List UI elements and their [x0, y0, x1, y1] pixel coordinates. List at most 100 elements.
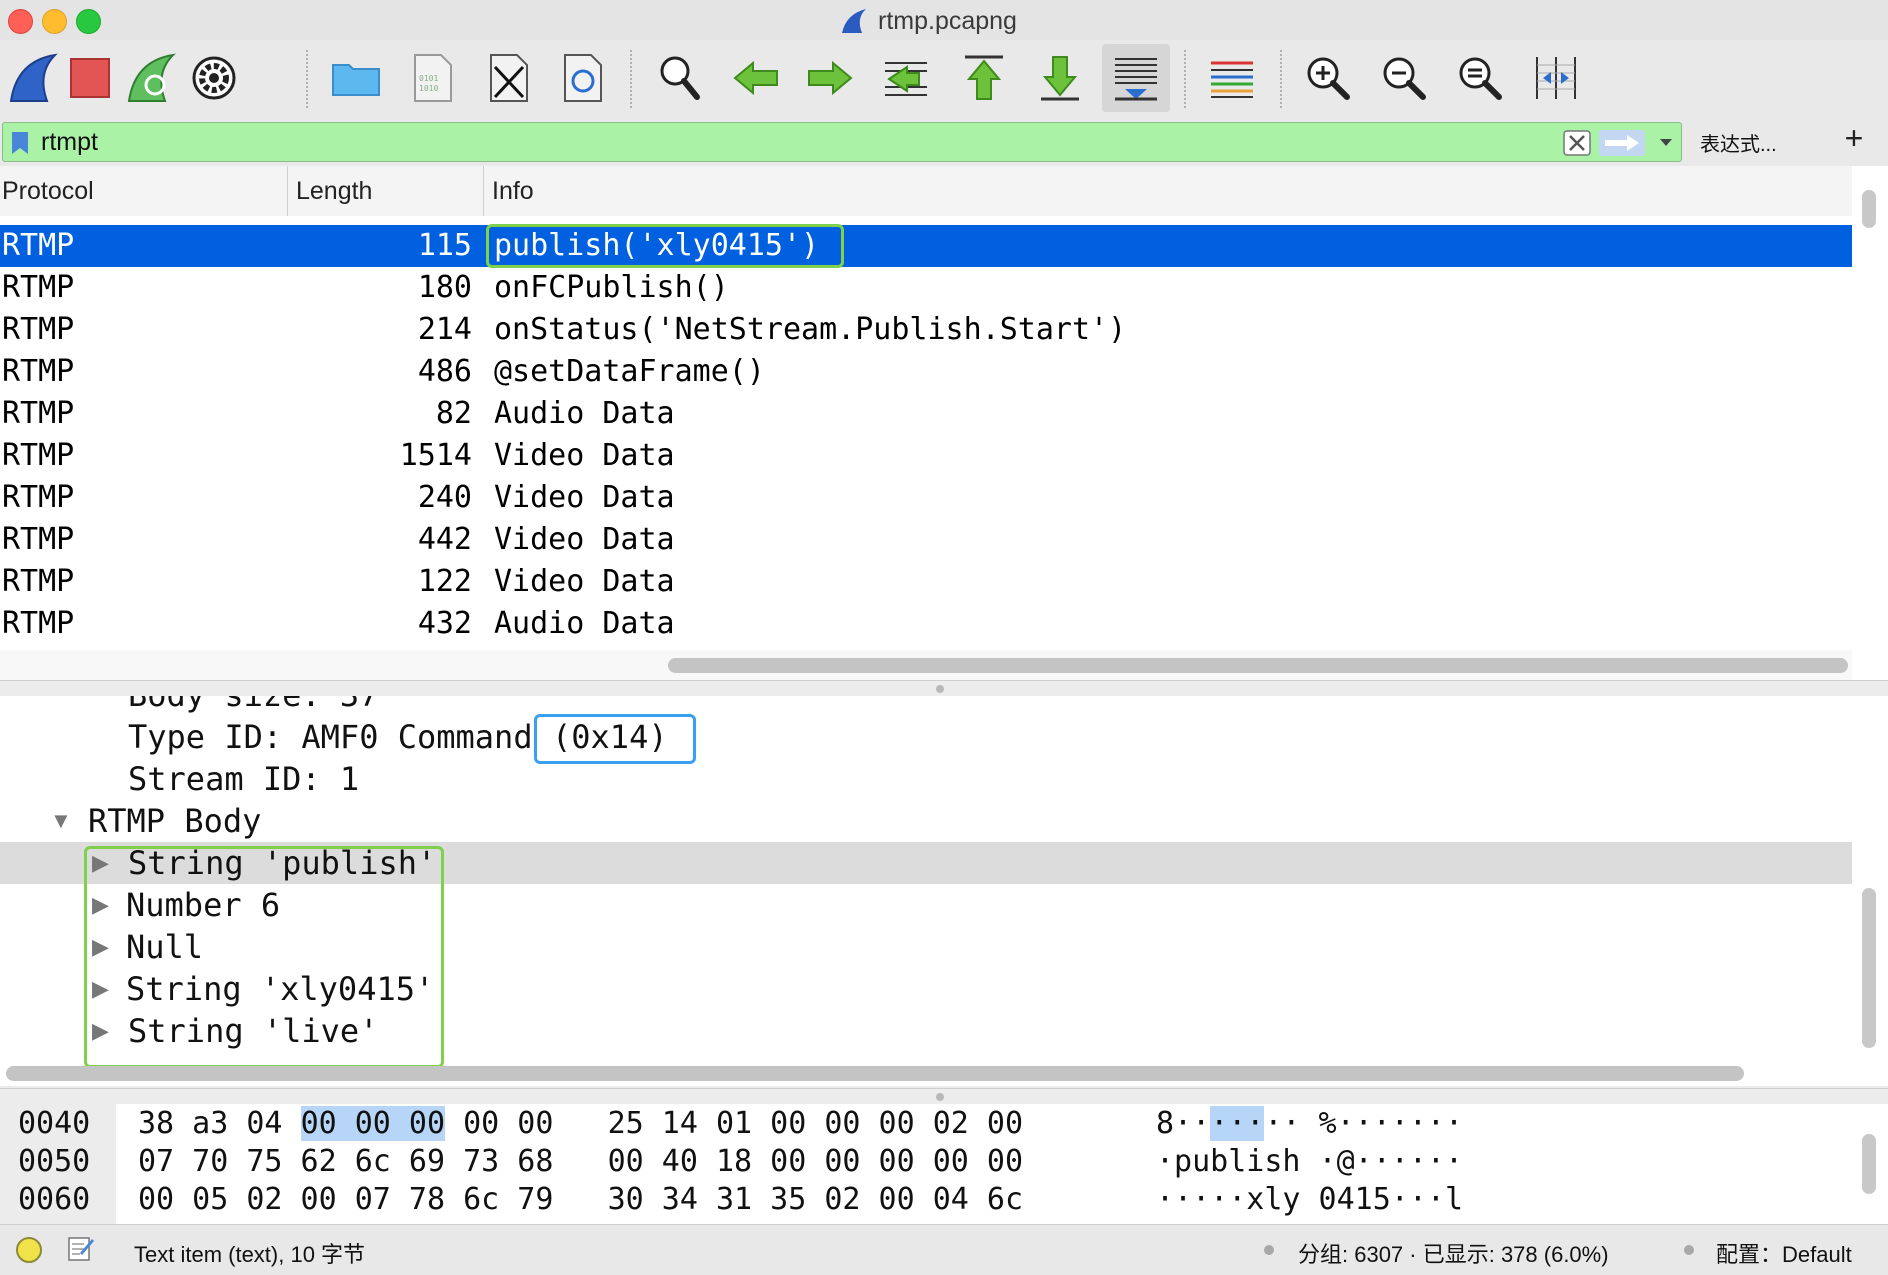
packet-row[interactable]: RTMP 1514 Video Data — [0, 435, 1852, 477]
packet-row[interactable]: RTMP 214 onStatus('NetStream.Publish.Sta… — [0, 309, 1852, 351]
body-item-string-live[interactable]: String 'live' — [128, 1010, 378, 1052]
expand-triangle-icon[interactable]: ▶ — [92, 850, 109, 876]
minimize-window-button[interactable] — [42, 9, 67, 34]
details-hscrollbar[interactable] — [6, 1066, 1744, 1081]
profile-selector[interactable]: 配置：Default — [1716, 1237, 1852, 1269]
save-file-button[interactable]: 0101 1010 — [398, 44, 466, 112]
toolbar-separator — [1184, 50, 1186, 108]
add-filter-button[interactable]: + — [1836, 120, 1872, 157]
packet-info: publish('xly0415') — [494, 228, 820, 263]
detail-type-id-hex[interactable]: (0x14) — [552, 716, 668, 758]
packet-list: Protocol Length Info RTMP 115 publish('x… — [0, 166, 1888, 680]
toolbar-separator — [1280, 50, 1282, 108]
hex-bytes[interactable]: 07 70 75 62 6c 69 73 68 00 40 18 00 00 0… — [138, 1143, 1023, 1181]
packet-row[interactable]: RTMP 115 publish('xly0415') — [0, 225, 1852, 267]
magnifier-icon — [660, 56, 700, 100]
body-item-string-publish[interactable]: String 'publish' — [128, 842, 436, 884]
expand-triangle-icon[interactable]: ▶ — [92, 976, 109, 1002]
packet-length: 180 — [417, 270, 472, 305]
first-packet-button[interactable] — [950, 44, 1018, 112]
packet-info: Audio Data — [494, 606, 675, 641]
zoom-out-button[interactable] — [1370, 44, 1438, 112]
detail-type-id[interactable]: Type ID: AMF0 Command — [128, 716, 533, 758]
go-forward-button[interactable] — [796, 44, 864, 112]
packet-row[interactable]: RTMP 82 Audio Data — [0, 393, 1852, 435]
resize-columns-button[interactable] — [1522, 44, 1590, 112]
body-item-string-stream-name[interactable]: String 'xly0415' — [126, 968, 434, 1010]
reload-file-button[interactable] — [548, 44, 616, 112]
packet-row[interactable]: RTMP 442 Video Data — [0, 519, 1852, 561]
bytes-vscrollbar[interactable] — [1862, 1134, 1876, 1194]
go-to-packet-button[interactable] — [872, 44, 940, 112]
filter-expression-button[interactable]: 表达式... — [1700, 128, 1777, 157]
packet-info: Video Data — [494, 564, 675, 599]
body-item-number[interactable]: Number 6 — [126, 884, 280, 926]
hex-ascii[interactable]: ·····xly 0415···l — [1156, 1181, 1463, 1219]
detail-stream-id[interactable]: Stream ID: 1 — [128, 758, 359, 800]
packet-list-hscrollbar[interactable] — [668, 658, 1848, 673]
arrow-top-icon — [965, 55, 1003, 100]
binary-file-icon: 01011010 — [414, 54, 452, 102]
colorize-button[interactable] — [1198, 44, 1266, 112]
last-packet-button[interactable] — [1026, 44, 1094, 112]
hex-ascii[interactable]: ·publish ·@······ — [1156, 1143, 1463, 1181]
packet-row[interactable]: RTMP 432 Audio Data — [0, 603, 1852, 645]
zoom-in-button[interactable] — [1294, 44, 1362, 112]
column-header-length[interactable]: Length — [288, 166, 484, 216]
splitter-handle[interactable] — [936, 1093, 944, 1101]
column-header-info[interactable]: Info — [484, 166, 1852, 216]
normal-size-button[interactable] — [1446, 44, 1514, 112]
hex-bytes[interactable]: 00 05 02 00 07 78 6c 79 30 34 31 35 02 0… — [138, 1181, 1023, 1219]
collapse-triangle-icon[interactable]: ▼ — [50, 808, 72, 834]
body-item-null[interactable]: Null — [126, 926, 203, 968]
packet-list-vscrollbar[interactable] — [1862, 190, 1876, 228]
detail-rtmp-body[interactable]: RTMP Body — [88, 800, 261, 842]
packet-info: onStatus('NetStream.Publish.Start') — [494, 312, 1127, 347]
hex-ascii[interactable]: 8······· %······· — [1156, 1105, 1463, 1143]
svg-text:1010: 1010 — [419, 84, 438, 93]
details-vscrollbar[interactable] — [1862, 888, 1876, 1048]
zoom-out-icon — [1383, 57, 1426, 100]
restart-capture-button[interactable] — [118, 44, 186, 112]
packet-info: Video Data — [494, 480, 675, 515]
zoom-window-button[interactable] — [76, 9, 101, 34]
detail-body-size[interactable]: Body size: 37 — [128, 696, 378, 716]
packet-bytes-pane: 0040 38 a3 04 00 00 00 00 00 25 14 01 00… — [0, 1104, 1888, 1224]
go-back-button[interactable] — [722, 44, 790, 112]
folder-icon — [332, 64, 380, 96]
splitter-handle[interactable] — [936, 685, 944, 693]
status-indicator-dot — [1684, 1245, 1694, 1255]
stop-capture-button[interactable] — [56, 44, 124, 112]
reload-file-icon — [564, 54, 602, 102]
expert-info-icon[interactable] — [14, 1235, 44, 1265]
apply-filter-arrow-icon[interactable] — [1599, 130, 1645, 156]
packet-stats: 分组: 6307 · 已显示: 378 (6.0%) — [1298, 1242, 1609, 1267]
hex-bytes-highlight: 00 00 00 — [300, 1106, 446, 1141]
hex-bytes[interactable]: 38 a3 04 00 00 00 00 00 25 14 01 00 00 0… — [138, 1105, 1023, 1143]
find-packet-button[interactable] — [646, 44, 714, 112]
hex-bytes-segment: 38 a3 04 — [138, 1106, 301, 1141]
packet-row[interactable]: RTMP 486 @setDataFrame() — [0, 351, 1852, 393]
open-file-button[interactable] — [322, 44, 390, 112]
packet-length: 115 — [417, 228, 472, 263]
packet-row[interactable]: RTMP 122 Video Data — [0, 561, 1852, 603]
expand-triangle-icon[interactable]: ▶ — [92, 892, 109, 918]
clear-filter-icon[interactable] — [1563, 130, 1591, 156]
packet-row[interactable]: RTMP 240 Video Data — [0, 477, 1852, 519]
title-bar: rtmp.pcapng — [0, 0, 1888, 40]
edit-comment-icon[interactable] — [66, 1233, 96, 1263]
packet-info: @setDataFrame() — [494, 354, 765, 389]
close-file-button[interactable] — [474, 44, 542, 112]
autoscroll-button[interactable] — [1102, 44, 1170, 112]
close-window-button[interactable] — [8, 9, 33, 34]
expand-triangle-icon[interactable]: ▶ — [92, 1018, 109, 1044]
packet-row[interactable]: RTMP 180 onFCPublish() — [0, 267, 1852, 309]
expand-triangle-icon[interactable]: ▶ — [92, 934, 109, 960]
chevron-down-icon[interactable] — [1655, 131, 1677, 153]
packet-protocol: RTMP — [2, 522, 75, 557]
display-filter-input[interactable] — [41, 127, 1541, 157]
packet-protocol: RTMP — [2, 270, 75, 305]
bookmark-icon[interactable] — [10, 130, 30, 156]
column-header-protocol[interactable]: Protocol — [0, 166, 288, 216]
capture-options-button[interactable] — [180, 44, 248, 112]
